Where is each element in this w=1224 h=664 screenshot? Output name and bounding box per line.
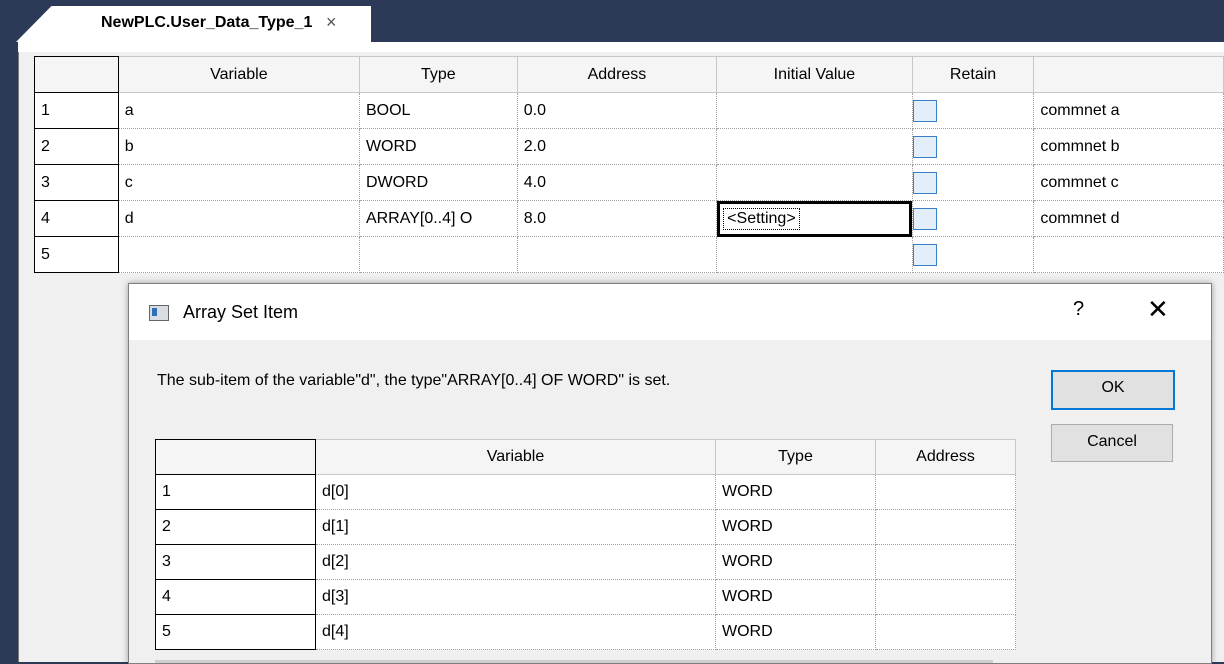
sub-header-type[interactable]: Type — [715, 439, 876, 475]
table-row[interactable]: 5 d[4] WORD — [155, 614, 1016, 650]
help-icon[interactable]: ? — [1073, 298, 1084, 321]
retain-checkbox[interactable] — [912, 207, 937, 230]
row-number[interactable]: 2 — [155, 509, 316, 545]
table-row[interactable]: 3 d[2] WORD — [155, 544, 1016, 580]
table-row[interactable]: 4 d ARRAY[0..4] O 8.0 <Setting> commnet … — [34, 200, 1224, 237]
retain-checkbox[interactable] — [912, 243, 937, 266]
variable-cell[interactable]: d[3] — [315, 579, 716, 615]
variable-cell[interactable]: a — [118, 92, 360, 129]
table-row[interactable]: 2 b WORD 2.0 commnet b — [34, 128, 1224, 165]
sub-header-address[interactable]: Address — [875, 439, 1016, 475]
initial-value-cell[interactable] — [716, 236, 913, 273]
dialog-titlebar[interactable]: Array Set Item ? ✕ — [129, 284, 1211, 340]
type-cell[interactable]: WORD — [715, 614, 876, 650]
comment-cell[interactable]: commnet a — [1033, 92, 1224, 129]
variable-cell[interactable]: d[0] — [315, 474, 716, 510]
type-cell[interactable]: WORD — [715, 509, 876, 545]
variable-cell[interactable]: d[4] — [315, 614, 716, 650]
table-row[interactable]: 1 a BOOL 0.0 commnet a — [34, 92, 1224, 129]
retain-checkbox[interactable] — [912, 171, 937, 194]
sub-table-header-row: Variable Type Address — [155, 439, 1016, 475]
header-retain[interactable]: Retain — [911, 56, 1035, 93]
variable-cell[interactable] — [118, 236, 360, 273]
row-number[interactable]: 3 — [34, 164, 119, 201]
row-number[interactable]: 1 — [34, 92, 119, 129]
type-cell[interactable] — [359, 236, 518, 273]
close-icon[interactable]: ✕ — [1147, 294, 1169, 325]
address-cell[interactable]: 4.0 — [517, 164, 718, 201]
header-corner — [34, 56, 119, 93]
retain-cell — [912, 92, 1035, 129]
retain-checkbox[interactable] — [912, 99, 937, 122]
ok-button[interactable]: OK — [1051, 370, 1175, 410]
address-cell[interactable] — [875, 544, 1016, 580]
row-number[interactable]: 4 — [155, 579, 316, 615]
retain-cell — [912, 164, 1035, 201]
data-type-table: Variable Type Address Initial Value Reta… — [34, 56, 1224, 273]
variable-cell[interactable]: c — [118, 164, 360, 201]
initial-value-cell[interactable] — [716, 164, 913, 201]
dialog-title: Array Set Item — [183, 302, 299, 322]
array-set-item-dialog: Array Set Item ? ✕ The sub-item of the v… — [128, 283, 1212, 664]
address-cell[interactable]: 2.0 — [517, 128, 718, 165]
sub-item-table: Variable Type Address 1 d[0] WORD 2 d[1]… — [155, 439, 1016, 650]
row-number[interactable]: 3 — [155, 544, 316, 580]
left-border — [0, 0, 14, 662]
tab-title: NewPLC.User_Data_Type_1 — [101, 14, 313, 31]
comment-cell[interactable]: commnet d — [1033, 200, 1224, 237]
sub-header-corner — [155, 439, 316, 475]
variable-cell[interactable]: d — [118, 200, 360, 237]
retain-cell — [912, 236, 1035, 273]
variable-cell[interactable]: d[2] — [315, 544, 716, 580]
row-number[interactable]: 5 — [34, 236, 119, 273]
tab-user-data-type[interactable]: NewPLC.User_Data_Type_1 × — [16, 6, 371, 42]
type-cell[interactable]: WORD — [715, 579, 876, 615]
header-address[interactable]: Address — [516, 56, 718, 93]
address-cell[interactable] — [875, 579, 1016, 615]
type-cell[interactable]: ARRAY[0..4] O — [359, 200, 518, 237]
type-cell[interactable]: BOOL — [359, 92, 518, 129]
header-comment[interactable] — [1033, 56, 1224, 93]
address-cell[interactable] — [875, 509, 1016, 545]
comment-cell[interactable]: commnet c — [1033, 164, 1224, 201]
sub-header-variable[interactable]: Variable — [315, 439, 716, 475]
retain-cell — [912, 200, 1035, 237]
table-row[interactable]: 1 d[0] WORD — [155, 474, 1016, 510]
setting-value[interactable]: <Setting> — [723, 207, 800, 230]
variable-cell[interactable]: b — [118, 128, 360, 165]
address-cell[interactable] — [517, 236, 718, 273]
row-number[interactable]: 1 — [155, 474, 316, 510]
header-type[interactable]: Type — [358, 56, 518, 93]
initial-value-cell[interactable] — [716, 92, 913, 129]
row-number[interactable]: 4 — [34, 200, 119, 237]
header-variable[interactable]: Variable — [117, 56, 360, 93]
initial-value-cell-selected[interactable]: <Setting> — [716, 200, 913, 237]
row-number[interactable]: 5 — [155, 614, 316, 650]
address-cell[interactable] — [875, 474, 1016, 510]
dialog-message: The sub-item of the variable"d", the typ… — [157, 372, 671, 389]
header-initial-value[interactable]: Initial Value — [716, 56, 913, 93]
variable-cell[interactable]: d[1] — [315, 509, 716, 545]
address-cell[interactable]: 0.0 — [517, 92, 718, 129]
retain-cell — [912, 128, 1035, 165]
tab-close-icon[interactable]: × — [326, 12, 337, 33]
initial-value-cell[interactable] — [716, 128, 913, 165]
table-row[interactable]: 3 c DWORD 4.0 commnet c — [34, 164, 1224, 201]
row-number[interactable]: 2 — [34, 128, 119, 165]
table-row[interactable]: 5 — [34, 236, 1224, 273]
comment-cell[interactable]: commnet b — [1033, 128, 1224, 165]
type-cell[interactable]: WORD — [715, 544, 876, 580]
type-cell[interactable]: DWORD — [359, 164, 518, 201]
retain-checkbox[interactable] — [912, 135, 937, 158]
address-cell[interactable] — [875, 614, 1016, 650]
type-cell[interactable]: WORD — [715, 474, 876, 510]
comment-cell[interactable] — [1033, 236, 1224, 273]
table-row[interactable]: 4 d[3] WORD — [155, 579, 1016, 615]
address-cell[interactable]: 8.0 — [517, 200, 718, 237]
cancel-button[interactable]: Cancel — [1051, 424, 1173, 462]
table-row[interactable]: 2 d[1] WORD — [155, 509, 1016, 545]
table-header-row: Variable Type Address Initial Value Reta… — [34, 56, 1224, 93]
dialog-window-icon — [149, 305, 169, 321]
type-cell[interactable]: WORD — [359, 128, 518, 165]
